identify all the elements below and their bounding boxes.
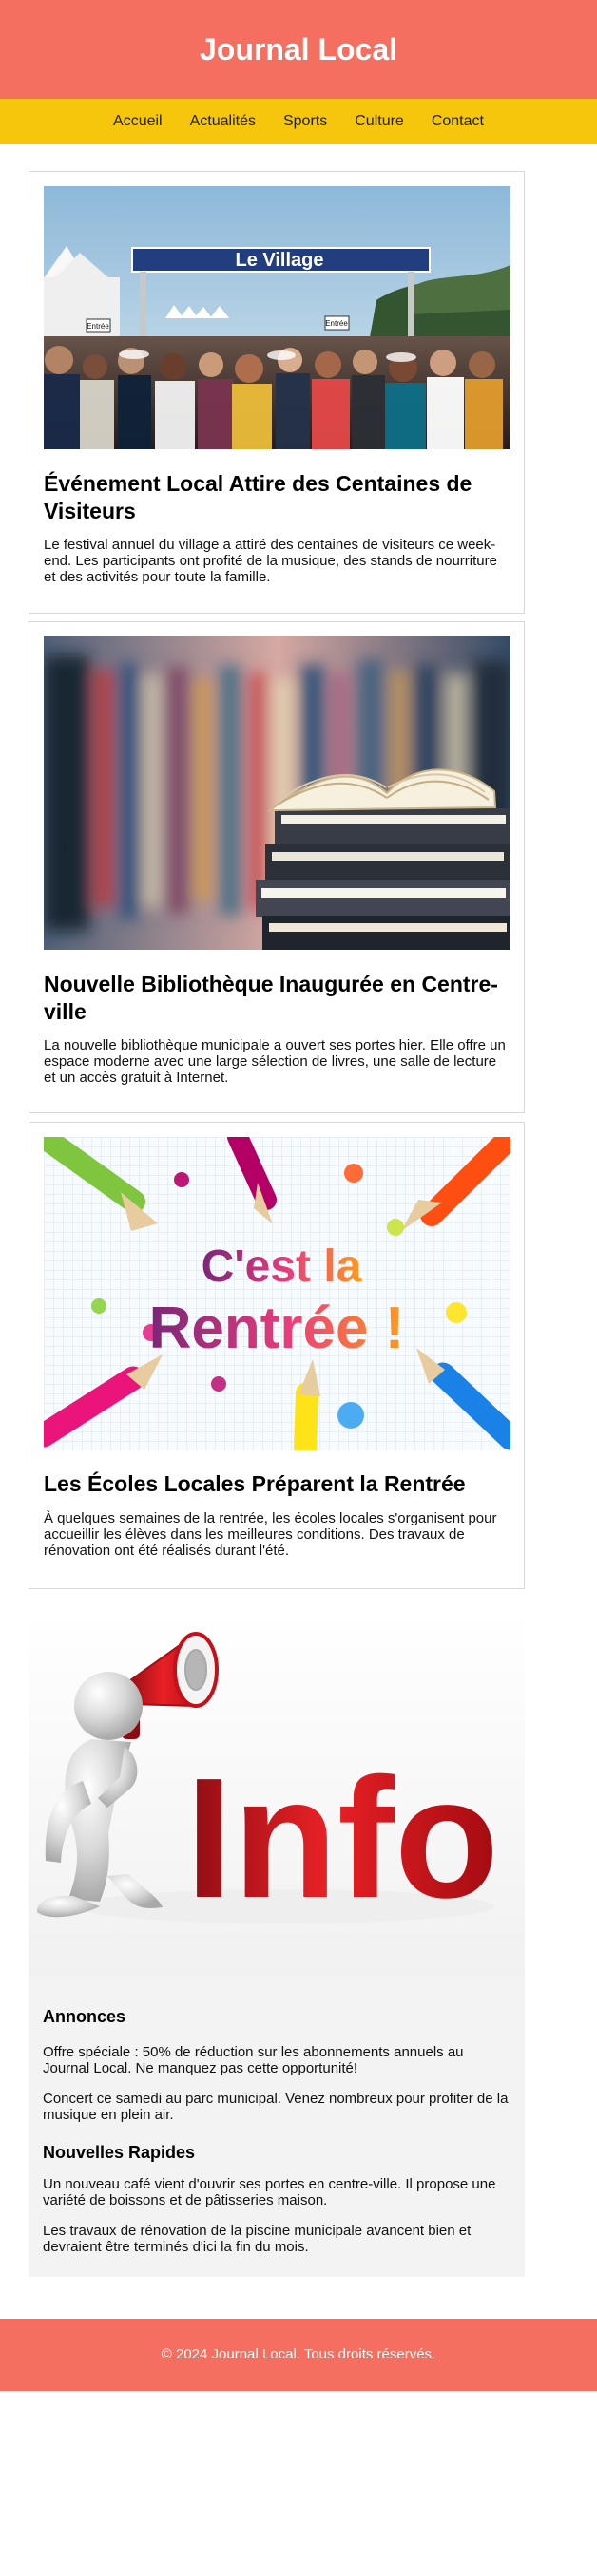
annonces-heading: Annonces: [43, 2007, 126, 2026]
article-title: Les Écoles Locales Préparent la Rentrée: [44, 1471, 466, 1496]
article-text: La nouvelle bibliothèque municipale a ou…: [44, 1037, 506, 1086]
site-footer: © 2024 Journal Local. Tous droits réserv…: [0, 2319, 597, 2391]
news-sidebar: Annonces Offre spéciale : 50% de réducti…: [29, 1977, 525, 2277]
article-text: À quelques semaines de la rentrée, les é…: [44, 1510, 497, 1559]
school-rentree-image: C'est la Rentrée !: [44, 1137, 510, 1450]
main-navigation: Accueil Actualités Sports Culture Contac…: [0, 99, 597, 144]
news-page: Journal Local Accueil Actualités Sports …: [0, 0, 597, 2576]
info-megaphone-illustration: Info: [29, 1607, 525, 1977]
festival-sign-right: Entrée: [325, 319, 348, 328]
festival-banner-text: Le Village: [235, 250, 323, 271]
nav-link-sports[interactable]: Sports: [283, 99, 327, 144]
article-title: Nouvelle Bibliothèque Inaugurée en Centr…: [44, 972, 498, 1024]
article-text: Le festival annuel du village a attiré d…: [44, 537, 497, 585]
info-word: Info: [185, 1743, 499, 1934]
nav-link-culture[interactable]: Culture: [355, 99, 404, 144]
article-card-library: Nouvelle Bibliothèque Inaugurée en Centr…: [29, 621, 525, 1113]
site-title: Journal Local: [199, 32, 398, 66]
nav-link-accueil[interactable]: Accueil: [113, 99, 163, 144]
article-card-festival: Le Village Entrée Entrée Événement Local…: [29, 171, 525, 614]
school-image-text-top: C'est la: [202, 1241, 362, 1292]
site-header: Journal Local: [0, 0, 597, 99]
festival-image: Le Village Entrée Entrée: [44, 186, 510, 449]
library-books-image: [44, 636, 510, 950]
nav-link-contact[interactable]: Contact: [432, 99, 484, 144]
quick-news-item: Un nouveau café vient d'ouvrir ses porte…: [43, 2176, 496, 2208]
school-image-text-bottom: Rentrée !: [149, 1296, 405, 1361]
article-card-school: C'est la Rentrée ! Les Écoles Locales Pr…: [29, 1122, 525, 1589]
nouvelles-rapides-heading: Nouvelles Rapides: [43, 2143, 196, 2162]
nav-link-actualites[interactable]: Actualités: [190, 99, 256, 144]
annonce-item: Concert ce samedi au parc municipal. Ven…: [43, 2091, 509, 2123]
quick-news-item: Les travaux de rénovation de la piscine …: [43, 2223, 472, 2255]
annonce-item: Offre spéciale : 50% de réduction sur le…: [43, 2044, 464, 2076]
article-title: Événement Local Attire des Centaines de …: [44, 471, 472, 523]
festival-sign-left: Entrée: [87, 322, 109, 331]
